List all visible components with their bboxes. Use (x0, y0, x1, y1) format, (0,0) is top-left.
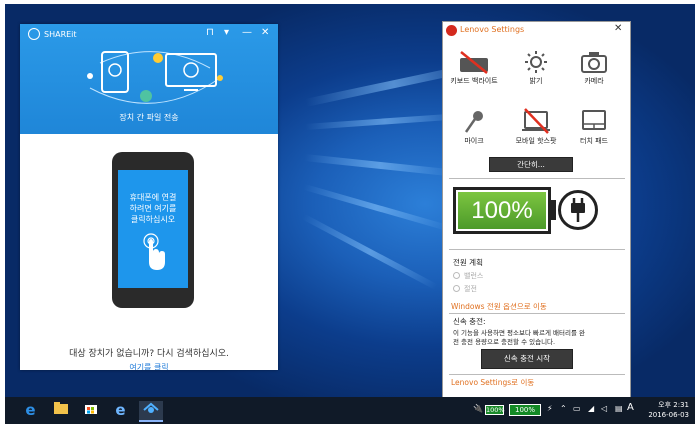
clock-date: 2016-06-03 (648, 411, 689, 419)
battery-tray-icon[interactable]: ▭ (573, 404, 581, 413)
carousel-dot[interactable] (122, 134, 128, 140)
power-plan-option: 밸런스 (464, 272, 484, 280)
shareit-window: SHAREit ⊓ ▾ — ✕ 장치 간 파일 전송 휴대폰에 연결 하려면 여… (20, 24, 278, 370)
tray-battery-large[interactable]: 100% (509, 404, 541, 416)
carousel-dot[interactable] (138, 134, 144, 140)
microphone-icon (464, 111, 483, 133)
tile-label: 마이크 (464, 137, 484, 145)
internet-explorer-icon[interactable]: e (111, 401, 130, 420)
rapid-charge-description: 전 충전 용량으로 충전할 수 있습니다. (453, 338, 556, 346)
windows-power-options-link[interactable]: Windows 전원 옵션으로 이동 (451, 301, 547, 312)
menu-dropdown-icon[interactable]: ▾ (224, 27, 229, 38)
divider (449, 313, 625, 314)
keyboard-backlight-icon (460, 51, 488, 74)
phone-text-line: 하려면 여기를 (129, 204, 177, 213)
camera-icon (581, 52, 607, 73)
tile-label: 밝기 (529, 77, 543, 85)
clock-time: 오후 2:31 (658, 401, 689, 409)
battery-percent: 100% (471, 197, 533, 224)
tap-hand-icon (143, 233, 165, 270)
lenovo-settings-window: Lenovo Settings ✕ 키보드 백라이트 밝기 카메라 마이크 모바… (442, 21, 631, 402)
phone-text-line: 클릭하십시오 (130, 215, 176, 224)
divider (449, 178, 625, 179)
no-device-text: 대상 장치가 없습니까? 다시 검색하십시오. (69, 349, 229, 359)
phone-screen[interactable]: 휴대폰에 연결 하려면 여기를 클릭하십시오 (118, 170, 188, 288)
tile-label: 카메라 (584, 77, 604, 85)
tile-label: 모바일 핫스팟 (515, 137, 557, 145)
carousel-dot[interactable] (154, 134, 160, 140)
keyboard-backlight-tile[interactable]: 키보드 백라이트 (445, 50, 503, 90)
battery-nub (551, 200, 556, 220)
simple-view-button[interactable]: 간단히... (489, 157, 573, 172)
divider (449, 249, 625, 250)
power-plan-radio[interactable] (453, 272, 460, 279)
lenovo-title: Lenovo Settings (460, 25, 525, 34)
show-hidden-icons-icon[interactable]: ⌃ (560, 404, 567, 413)
wifi-icon[interactable]: ◢ (588, 404, 594, 413)
file-explorer-icon[interactable] (51, 401, 70, 420)
tile-label: 키보드 백라이트 (450, 77, 498, 85)
phone-instruction: 휴대폰에 연결 하려면 여기를 클릭하십시오 (118, 192, 188, 225)
rapid-charge-start-button[interactable]: 신속 충전 시작 (481, 349, 573, 369)
power-tray-icon[interactable]: ⚡ (547, 404, 553, 413)
divider (449, 374, 625, 375)
microphone-tile[interactable]: 마이크 (445, 108, 503, 148)
plug-icon (558, 190, 598, 230)
click-here-link[interactable]: 여기를 클릭 (20, 362, 278, 370)
camera-tile[interactable]: 카메라 (565, 50, 623, 90)
touchpad-tile[interactable]: 터치 패드 (565, 108, 623, 148)
shareit-title: SHAREit (44, 30, 77, 39)
power-plan-option: 절전 (464, 285, 477, 293)
transfer-illustration-icon (87, 51, 223, 104)
lenovo-settings-link[interactable]: Lenovo Settings로 이동 (451, 377, 534, 388)
wallpaper-beam (304, 154, 455, 177)
shareit-header: SHAREit ⊓ ▾ — ✕ 장치 간 파일 전송 (20, 24, 278, 140)
taskbar: e e 🔌 100% 100% ⚡ ⌃ ▭ ◢ ◁ ▤ A 오후 2:31 20… (5, 397, 695, 424)
tile-label: 터치 패드 (580, 137, 608, 145)
mobile-hotspot-tile[interactable]: 모바일 핫스팟 (507, 108, 565, 148)
power-plan-label: 전원 계획 (453, 258, 483, 267)
connect-phone-button[interactable]: 휴대폰에 연결 하려면 여기를 클릭하십시오 (112, 152, 194, 308)
plug-tray-icon[interactable]: 🔌 (473, 404, 483, 413)
shareit-caption: 장치 간 파일 전송 (119, 113, 179, 122)
lenovo-logo-icon (446, 25, 457, 36)
carousel-dot[interactable] (170, 134, 176, 140)
close-button[interactable]: ✕ (614, 23, 622, 34)
brightness-tile[interactable]: 밝기 (507, 50, 565, 90)
shareit-logo-icon (28, 28, 40, 40)
tray-battery-small[interactable]: 100% (485, 405, 505, 415)
edge-browser-icon[interactable]: e (21, 401, 40, 420)
power-plan-radio[interactable] (453, 285, 460, 292)
action-center-icon[interactable]: ▤ (615, 404, 623, 413)
wallpaper-beam (302, 214, 438, 290)
battery-indicator: 100% (453, 187, 551, 234)
minimize-button[interactable]: — (242, 27, 252, 38)
lock-icon[interactable]: ⊓ (206, 27, 214, 38)
shareit-taskbar-icon[interactable] (139, 401, 163, 422)
touchpad-icon (582, 110, 606, 130)
volume-icon[interactable]: ◁ (601, 404, 607, 413)
mobile-hotspot-icon (522, 108, 550, 134)
ime-indicator[interactable]: A (627, 402, 634, 413)
brightness-icon (525, 51, 547, 73)
close-button[interactable]: ✕ (261, 27, 269, 38)
phone-text-line: 휴대폰에 연결 (129, 193, 177, 202)
clock[interactable]: 오후 2:31 2016-06-03 (639, 400, 689, 420)
desktop: SHAREit ⊓ ▾ — ✕ 장치 간 파일 전송 휴대폰에 연결 하려면 여… (5, 4, 695, 424)
rapid-charge-label: 신속 충전: (453, 317, 486, 326)
carousel-dots (20, 125, 278, 144)
store-icon[interactable] (81, 401, 100, 420)
